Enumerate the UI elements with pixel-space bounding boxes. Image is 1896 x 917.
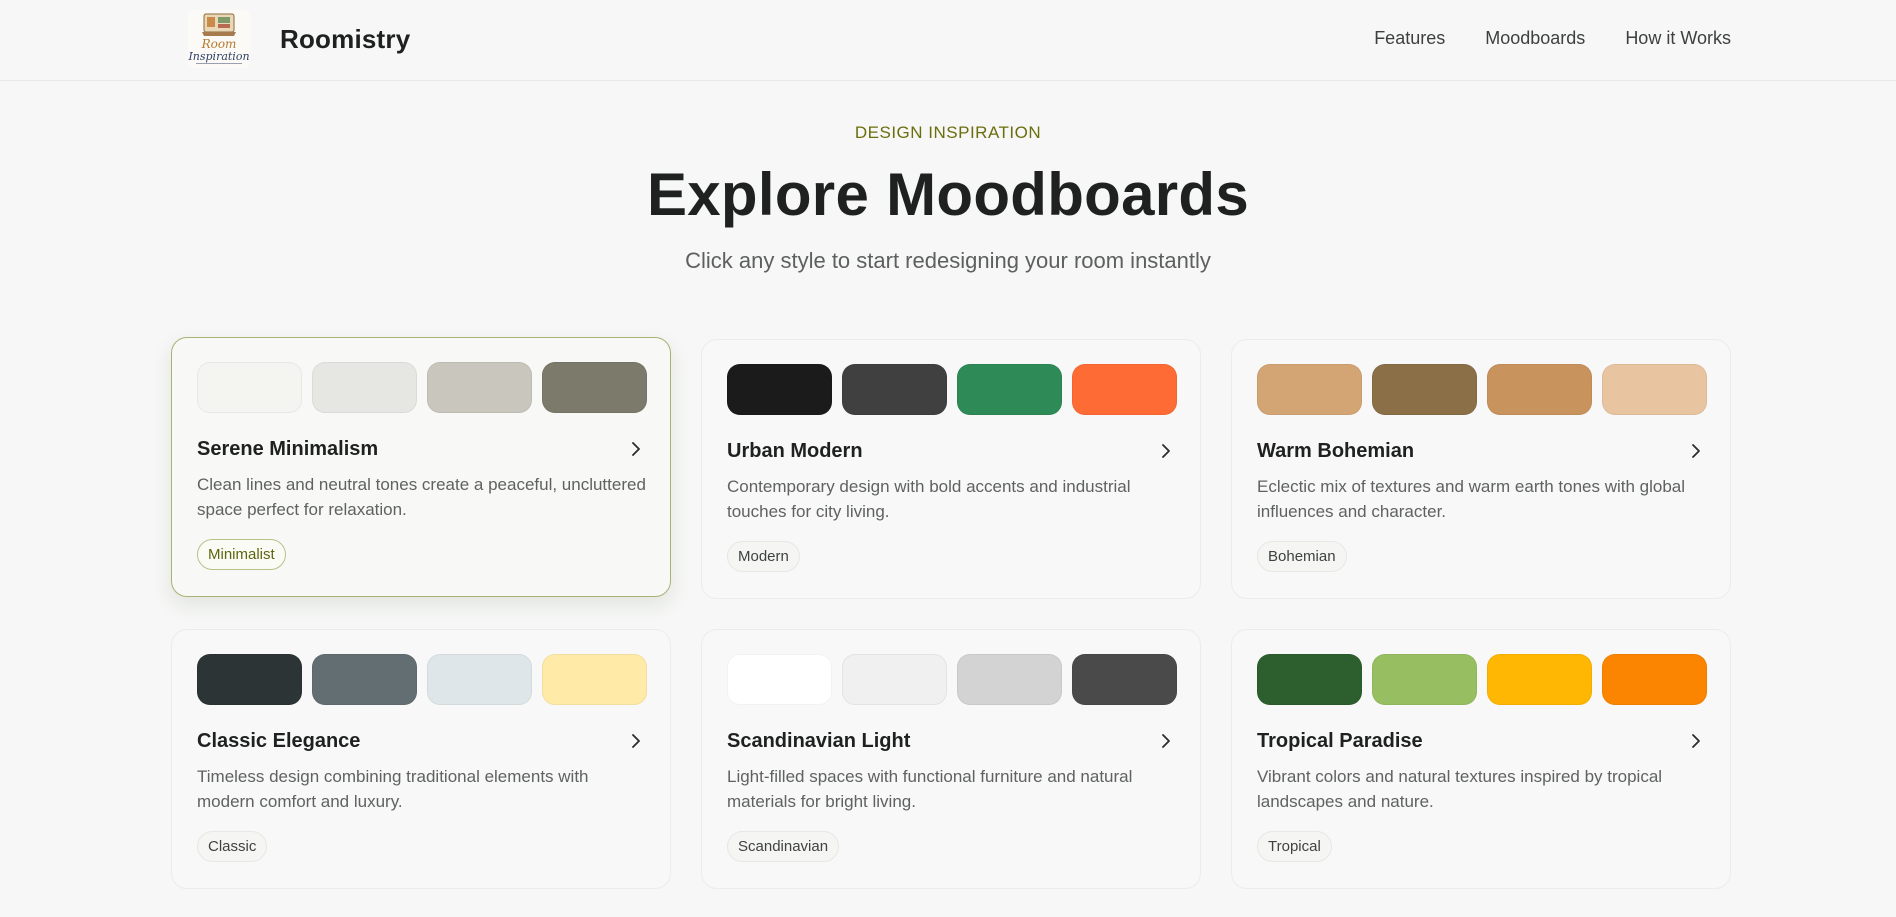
color-swatch (1072, 364, 1177, 415)
card-description: Eclectic mix of textures and warm earth … (1257, 477, 1686, 521)
moodboard-card-classic-elegance[interactable]: Classic Elegance Timeless design combini… (171, 629, 671, 889)
chevron-right-icon[interactable] (1158, 733, 1174, 749)
color-swatch (427, 654, 532, 705)
color-swatch (727, 654, 832, 705)
card-title: Tropical Paradise (1257, 730, 1423, 752)
color-swatch (1602, 364, 1707, 415)
color-swatch (1602, 654, 1707, 705)
svg-text:Room: Room (201, 37, 237, 51)
color-swatch (312, 362, 417, 413)
brand[interactable]: Room Inspiration Roomistry (188, 10, 410, 68)
chevron-right-icon[interactable] (1688, 443, 1704, 459)
color-swatch (1372, 364, 1477, 415)
top-navigation-bar: Room Inspiration Roomistry Features Mood… (0, 0, 1896, 81)
color-swatch (842, 654, 947, 705)
color-palette (1257, 654, 1707, 705)
color-palette (197, 654, 647, 705)
page-title: Explore Moodboards (646, 161, 1250, 228)
card-title: Urban Modern (727, 440, 863, 462)
style-tag: Bohemian (1257, 541, 1347, 572)
moodboard-card-urban-modern[interactable]: Urban Modern Contemporary design with bo… (701, 339, 1201, 599)
moodboard-card-tropical-paradise[interactable]: Tropical Paradise Vibrant colors and nat… (1231, 629, 1731, 889)
chevron-right-icon[interactable] (628, 441, 644, 457)
room-inspiration-logo-icon: Room Inspiration (188, 10, 250, 68)
color-swatch (957, 364, 1062, 415)
style-tag: Scandinavian (727, 831, 840, 862)
svg-text:Inspiration: Inspiration (188, 50, 250, 63)
color-swatch (542, 362, 647, 413)
color-palette (1257, 364, 1707, 415)
color-palette (727, 654, 1177, 705)
chevron-right-icon[interactable] (1158, 443, 1174, 459)
color-swatch (197, 654, 302, 705)
card-description: Contemporary design with bold accents an… (727, 477, 1131, 521)
color-swatch (842, 364, 947, 415)
color-swatch (312, 654, 417, 705)
main-nav: Features Moodboards How it Works (1374, 28, 1731, 49)
card-description: Vibrant colors and natural textures insp… (1257, 767, 1663, 811)
card-title: Scandinavian Light (727, 730, 911, 752)
color-swatch (957, 654, 1062, 705)
card-description: Clean lines and neutral tones create a p… (197, 475, 646, 519)
color-palette (727, 364, 1177, 415)
color-swatch (727, 364, 832, 415)
style-tag: Minimalist (197, 539, 286, 570)
color-swatch (427, 362, 532, 413)
brand-name[interactable]: Roomistry (280, 24, 410, 55)
moodboard-card-serene-minimalism[interactable]: Serene Minimalism Clean lines and neutra… (171, 337, 671, 597)
color-swatch (1072, 654, 1177, 705)
card-title: Classic Elegance (197, 730, 361, 752)
style-tag: Tropical (1257, 831, 1332, 862)
card-description: Light-filled spaces with functional furn… (727, 767, 1133, 811)
color-swatch (1372, 654, 1477, 705)
page-subtitle: Click any style to start redesigning you… (685, 248, 1211, 273)
moodboard-card-warm-bohemian[interactable]: Warm Bohemian Eclectic mix of textures a… (1231, 339, 1731, 599)
style-tag: Classic (197, 831, 268, 862)
card-title: Serene Minimalism (197, 438, 379, 460)
card-title: Warm Bohemian (1257, 440, 1415, 462)
color-swatch (1257, 364, 1362, 415)
chevron-right-icon[interactable] (628, 733, 644, 749)
color-swatch (197, 362, 302, 413)
nav-moodboards-link[interactable]: Moodboards (1485, 28, 1585, 49)
color-swatch (1487, 364, 1592, 415)
chevron-right-icon[interactable] (1688, 733, 1704, 749)
card-description: Timeless design combining traditional el… (197, 767, 589, 811)
moodboard-card-scandinavian-light[interactable]: Scandinavian Light Light-filled spaces w… (701, 629, 1201, 889)
color-swatch (1257, 654, 1362, 705)
nav-how-it-works-link[interactable]: How it Works (1625, 28, 1731, 49)
style-tag: Modern (727, 541, 800, 572)
color-palette (197, 362, 647, 413)
color-swatch (1487, 654, 1592, 705)
section-eyebrow: DESIGN INSPIRATION (854, 123, 1042, 142)
brand-logo[interactable]: Room Inspiration (188, 10, 250, 68)
color-swatch (542, 654, 647, 705)
nav-features-link[interactable]: Features (1374, 28, 1445, 49)
